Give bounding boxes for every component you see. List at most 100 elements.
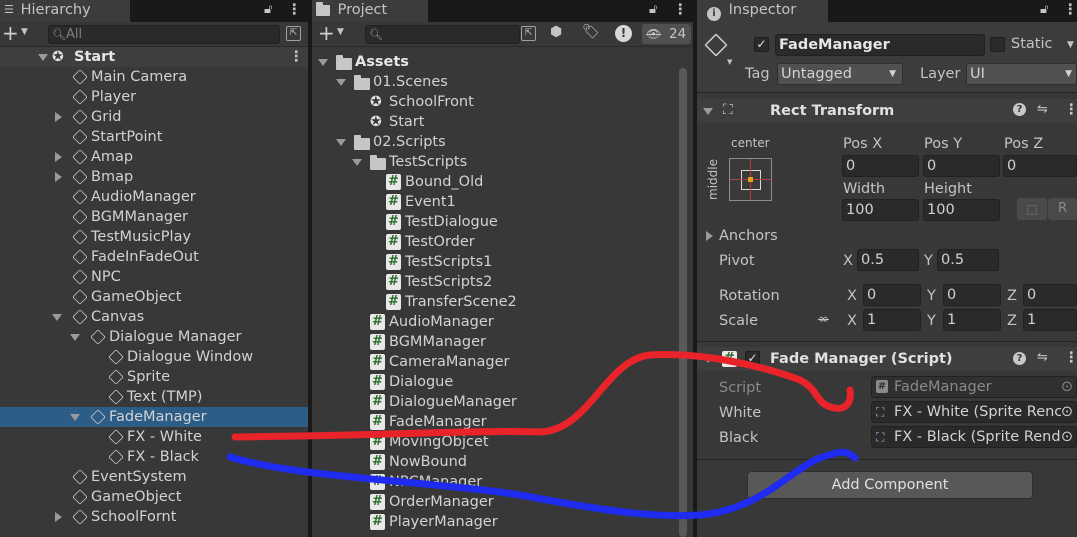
rotation-x-field[interactable]: 0 [863,284,921,306]
hierarchy-item[interactable]: Amap [0,147,308,167]
search-options-icon[interactable]: ⇱ [286,26,301,41]
project-item[interactable]: 02.Scripts [312,132,678,152]
lock-icon[interactable]: 🔓︎ [264,0,272,20]
project-item[interactable]: # TestOrder [312,232,678,252]
component-kebab-icon[interactable]: ⋮ [1064,100,1077,120]
anchors-foldout-icon[interactable] [706,231,713,241]
hierarchy-item[interactable]: SchoolFornt [0,507,308,527]
anchor-presets-button[interactable] [729,158,772,201]
hierarchy-item[interactable]: Grid [0,107,308,127]
filter-by-label-icon[interactable]: 🏷︎ [582,24,600,40]
expanded-arrow-icon[interactable] [70,414,80,421]
scene-kebab-icon[interactable]: ⋮ [289,47,304,67]
project-item[interactable]: TestScripts [312,152,678,172]
project-item[interactable]: # OrderManager [312,492,678,512]
project-item[interactable]: # TestScripts2 [312,272,678,292]
pos-x-field[interactable]: 0 [842,155,919,177]
hierarchy-item[interactable]: FadeManager [0,407,308,427]
hidden-packages-toggle[interactable]: 👁︎ 24 [642,24,691,44]
expanded-arrow-icon[interactable] [352,159,362,166]
chevron-down-icon[interactable]: ▼ [21,27,28,37]
project-item[interactable]: # MovingObjcet [312,432,678,452]
console-warning-icon[interactable]: ! [615,25,632,42]
height-field[interactable]: 100 [923,199,1000,221]
enabled-checkbox[interactable]: ✓ [745,351,760,366]
hierarchy-item[interactable]: TestMusicPlay [0,227,308,247]
hierarchy-item[interactable]: EventSystem [0,467,308,487]
presets-icon[interactable]: ⇋ [1037,100,1048,120]
object-picker-icon[interactable]: ⊙ [1060,427,1073,447]
icon-dropdown-icon[interactable]: ▼ [727,58,732,66]
create-plus-icon[interactable]: + [2,21,19,45]
project-item[interactable]: Assets [312,52,678,72]
project-item[interactable]: # TestDialogue [312,212,678,232]
expanded-arrow-icon[interactable] [70,334,80,341]
foldout-arrow-icon[interactable] [703,356,713,363]
add-component-button[interactable]: Add Component [747,471,1033,499]
active-checkbox[interactable]: ✓ [754,37,769,52]
kebab-menu-icon[interactable]: ⋮ [287,0,302,20]
anchors-label[interactable]: Anchors [719,226,778,246]
hierarchy-search-input[interactable]: 🔍︎ All [48,25,280,44]
expanded-arrow-icon[interactable] [52,314,62,321]
hierarchy-item[interactable]: Text (TMP) [0,387,308,407]
gameobject-name-field[interactable]: FadeManager [775,34,985,56]
project-scrollbar[interactable] [679,68,687,537]
expanded-arrow-icon[interactable] [336,79,346,86]
foldout-arrow-icon[interactable] [703,108,713,115]
component-kebab-icon[interactable]: ⋮ [1064,348,1077,368]
rect-transform-header[interactable]: ⛶ Rect Transform ? ⇋ ⋮ [697,99,1077,123]
black-reference-field[interactable]: ⛶ FX - Black (Sprite Rend ⊙ [871,426,1077,448]
object-picker-icon[interactable]: ⊙ [1060,402,1073,422]
pos-y-field[interactable]: 0 [923,155,1000,177]
scale-x-field[interactable]: 1 [863,309,921,331]
object-picker-icon[interactable]: ⊙ [1061,377,1073,397]
filter-by-type-icon[interactable]: ⬢ [550,24,562,40]
tab-hierarchy[interactable]: ☰ Hierarchy [0,0,130,22]
hierarchy-item[interactable]: FadeInFadeOut [0,247,308,267]
scale-y-field[interactable]: 1 [943,309,1001,331]
hierarchy-scene-row[interactable]: ✪ Start ⋮ [0,47,308,67]
hierarchy-item[interactable]: FX - White [0,427,308,447]
project-item[interactable]: # DialogueManager [312,392,678,412]
project-item[interactable]: 01.Scenes [312,72,678,92]
pos-z-field[interactable]: 0 [1003,155,1077,177]
help-icon[interactable]: ? [1013,103,1026,116]
expanded-arrow-icon[interactable] [318,59,328,66]
collapsed-arrow-icon[interactable] [55,512,62,522]
script-component-header[interactable]: # ✓ Fade Manager (Script) ? ⇋ ⋮ [697,347,1077,371]
tag-dropdown[interactable]: Untagged ▼ [777,63,903,85]
lock-icon[interactable]: 🔓︎ [649,0,657,20]
hierarchy-item[interactable]: BGMManager [0,207,308,227]
project-item[interactable]: # NPCManager [312,472,678,492]
project-item[interactable]: # BGMManager [312,332,678,352]
hierarchy-item[interactable]: Player [0,87,308,107]
create-plus-icon[interactable]: + [318,21,335,45]
tab-project[interactable]: Project [312,0,428,22]
hierarchy-item[interactable]: GameObject [0,287,308,307]
scale-z-field[interactable]: 1 [1023,309,1077,331]
project-item[interactable]: ✪ SchoolFront [312,92,678,112]
tab-inspector[interactable]: i Inspector [697,0,828,22]
project-item[interactable]: # Bound_Old [312,172,678,192]
presets-icon[interactable]: ⇋ [1037,348,1048,368]
static-dropdown-icon[interactable]: ▼ [1067,40,1074,50]
project-item[interactable]: # TransferScene2 [312,292,678,312]
project-item[interactable]: ✪ Start [312,112,678,132]
project-item[interactable]: # Dialogue [312,372,678,392]
hierarchy-item[interactable]: GameObject [0,487,308,507]
width-field[interactable]: 100 [842,199,919,221]
project-item[interactable]: # AudioManager [312,312,678,332]
hierarchy-item[interactable]: Canvas [0,307,308,327]
project-item[interactable]: # NowBound [312,452,678,472]
project-item[interactable]: # Event1 [312,192,678,212]
constrain-proportions-icon[interactable]: ∞ [818,310,829,330]
chevron-down-icon[interactable]: ▼ [337,27,344,37]
hierarchy-item[interactable]: StartPoint [0,127,308,147]
collapsed-arrow-icon[interactable] [55,112,62,122]
expand-arrow-icon[interactable] [38,54,48,61]
project-search-input[interactable]: 🔍︎ [365,25,520,44]
hierarchy-item[interactable]: FX - Black [0,447,308,467]
project-item[interactable]: # CameraManager [312,352,678,372]
project-item[interactable]: # PlayerManager [312,512,678,532]
